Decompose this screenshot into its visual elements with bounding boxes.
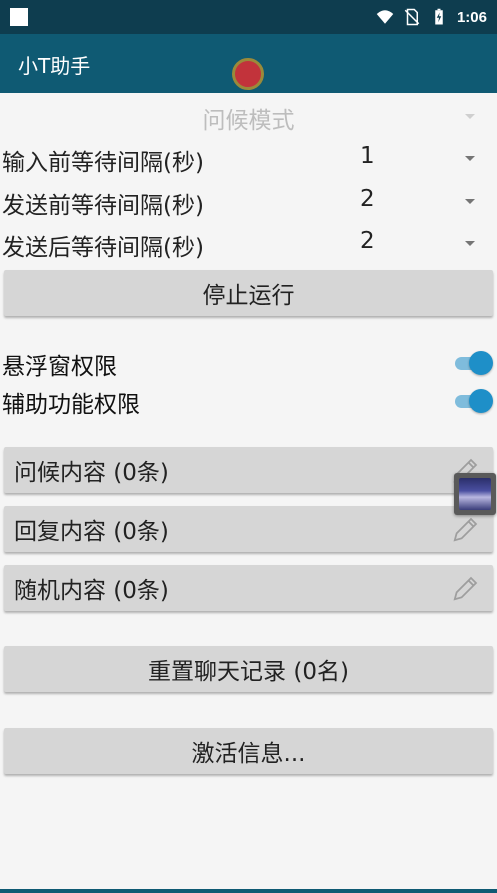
greeting-content-button[interactable]: 问候内容 (0条) (4, 447, 493, 493)
dropdown-arrow-icon[interactable] (465, 241, 475, 246)
accessibility-permission-label: 辅助功能权限 (2, 392, 140, 418)
random-content-label: 随机内容 (0条) (14, 578, 169, 604)
status-bar: 1:06 (0, 0, 497, 34)
switch-thumb (469, 389, 493, 413)
input-wait-spinner[interactable]: 1 (360, 143, 375, 169)
stop-button[interactable]: 停止运行 (4, 270, 493, 316)
input-wait-label: 输入前等待间隔(秒) (2, 150, 204, 176)
wifi-icon (376, 10, 394, 24)
edit-pencil-icon[interactable] (451, 573, 481, 603)
accessibility-permission-switch[interactable] (455, 389, 493, 413)
edit-pencil-icon[interactable] (451, 514, 481, 544)
send-before-wait-label: 发送前等待间隔(秒) (2, 193, 204, 219)
send-after-wait-label: 发送后等待间隔(秒) (2, 235, 204, 261)
battery-charging-icon (435, 8, 443, 25)
send-after-wait-spinner[interactable]: 2 (360, 228, 375, 254)
app-title: 小T助手 (18, 54, 91, 78)
random-content-button[interactable]: 随机内容 (0条) (4, 565, 493, 611)
overlay-permission-switch[interactable] (455, 351, 493, 375)
activation-info-button[interactable]: 激活信息... (4, 728, 493, 774)
status-icons: 1:06 (376, 0, 487, 34)
status-time: 1:06 (456, 8, 487, 26)
dropdown-arrow-icon[interactable] (465, 199, 475, 204)
no-sim-icon (404, 8, 420, 26)
dropdown-arrow-icon (465, 114, 475, 119)
record-indicator-icon[interactable] (232, 58, 264, 90)
mode-spinner[interactable]: 问候模式 (0, 97, 497, 137)
overlay-permission-label: 悬浮窗权限 (2, 354, 117, 380)
reply-content-label: 回复内容 (0条) (14, 519, 169, 545)
accessibility-permission-row: 辅助功能权限 (0, 383, 497, 419)
greeting-content-label: 问候内容 (0条) (14, 460, 169, 486)
notification-square-icon (10, 8, 28, 26)
dropdown-arrow-icon[interactable] (465, 156, 475, 161)
reply-content-button[interactable]: 回复内容 (0条) (4, 506, 493, 552)
bottom-edge (0, 889, 497, 893)
switch-thumb (469, 351, 493, 375)
thumbnail-image (459, 478, 491, 510)
app-bar: 小T助手 (0, 34, 497, 93)
send-before-wait-spinner[interactable]: 2 (360, 186, 375, 212)
overlay-permission-row: 悬浮窗权限 (0, 345, 497, 381)
send-after-wait-row: 发送后等待间隔(秒) 2 (0, 224, 497, 264)
mode-spinner-value: 问候模式 (202, 108, 295, 134)
reset-chat-button[interactable]: 重置聊天记录 (0名) (4, 646, 493, 692)
send-before-wait-row: 发送前等待间隔(秒) 2 (0, 182, 497, 222)
floating-window-thumbnail[interactable] (454, 473, 496, 515)
input-wait-row: 输入前等待间隔(秒) 1 (0, 139, 497, 179)
